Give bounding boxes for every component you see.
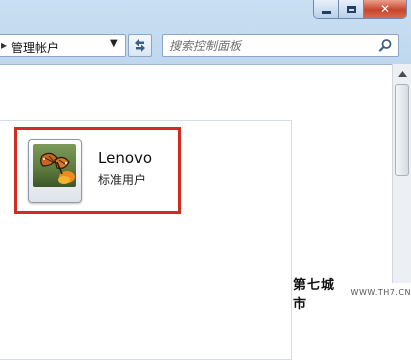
butterfly-flower-picture	[33, 144, 76, 187]
watermark: 第七城市 WWW.TH7.CN	[293, 278, 411, 312]
close-icon: ✕	[379, 2, 391, 16]
account-type: 标准用户	[98, 173, 147, 187]
search-icon[interactable]	[378, 38, 393, 53]
breadcrumb-separator[interactable]: ▸	[1, 38, 7, 52]
search-box[interactable]	[162, 34, 399, 57]
minimize-icon	[321, 10, 331, 14]
title-bar: ✕	[0, 0, 411, 30]
vertical-scrollbar[interactable]	[392, 64, 411, 302]
breadcrumb-manage-accounts[interactable]: 管理帐户	[11, 39, 59, 56]
address-row: ▸ 管理帐户 ▼	[0, 33, 411, 61]
refresh-button[interactable]	[128, 34, 152, 57]
chevron-down-icon[interactable]: ▼	[110, 38, 118, 49]
watermark-main-text: 第七城市	[293, 277, 336, 312]
refresh-icon	[135, 39, 145, 52]
user-account-tile[interactable]: Lenovo 标准用户	[14, 127, 181, 214]
scroll-up-arrow-icon[interactable]	[394, 66, 410, 82]
account-name[interactable]: Lenovo	[98, 149, 152, 167]
minimize-button[interactable]	[314, 0, 339, 18]
maximize-icon	[346, 5, 356, 13]
caption-buttons: ✕	[313, 0, 407, 19]
close-button[interactable]: ✕	[364, 0, 406, 18]
maximize-button[interactable]	[339, 0, 364, 18]
watermark-url: WWW.TH7.CN	[350, 288, 411, 297]
address-bar[interactable]: ▸ 管理帐户 ▼	[0, 34, 126, 57]
scrollbar-thumb[interactable]	[395, 84, 409, 176]
search-input[interactable]	[169, 37, 369, 54]
avatar[interactable]	[28, 139, 82, 203]
